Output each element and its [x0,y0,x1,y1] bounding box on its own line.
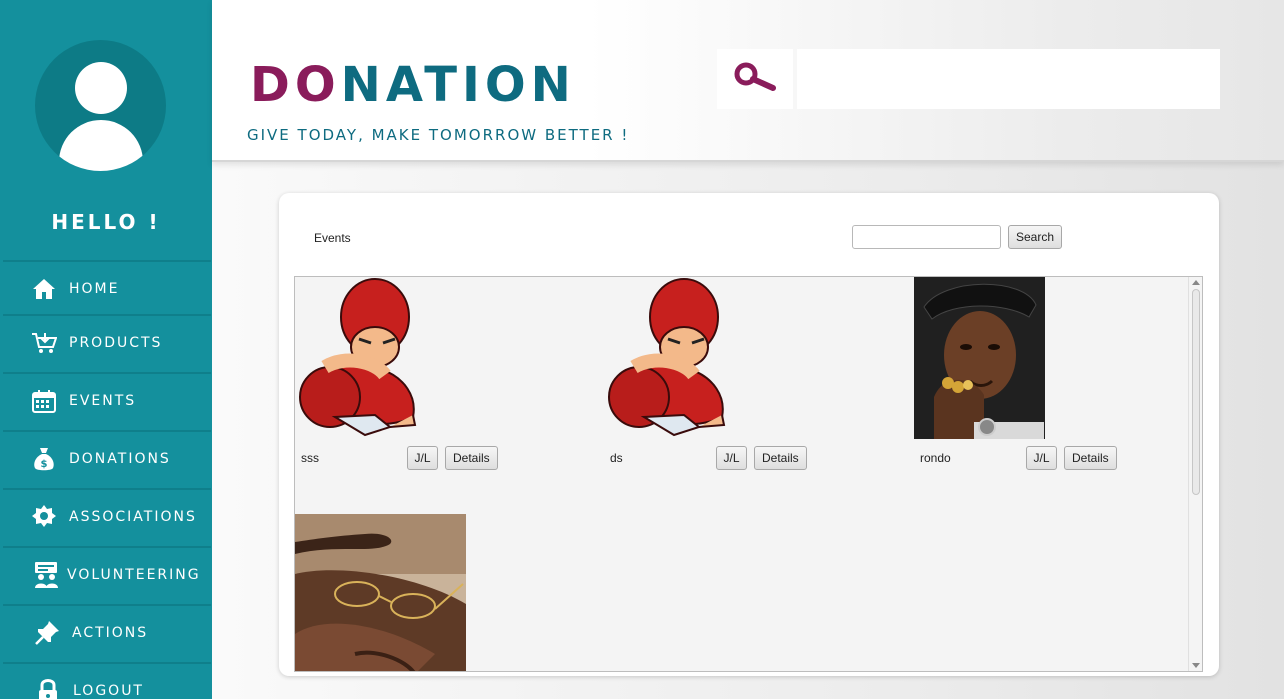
sidebar-item-events[interactable]: EVENTS [3,372,211,428]
details-button[interactable]: Details [754,446,807,470]
join-leave-button[interactable]: J/L [1026,446,1057,470]
event-image [914,277,1045,439]
header: DONATION GIVE TODAY, MAKE TOMORROW BETTE… [212,0,1284,162]
event-image [295,277,420,439]
search-icon [733,62,777,96]
event-name: ds [610,451,623,465]
sidebar-item-label: VOLUNTEERING [67,567,201,583]
sidebar-item-label: HOME [69,281,120,297]
events-panel: Events Search sss J/L Details ds J/L Det… [279,193,1219,676]
events-grid: sss J/L Details ds J/L Details rondo J/L… [294,276,1203,672]
event-image [604,277,729,439]
event-card: ds J/L Details [604,277,904,477]
sidebar-item-logout[interactable]: LOGOUT [3,662,211,699]
tagline: GIVE TODAY, MAKE TOMORROW BETTER ! [247,126,630,144]
event-card: rondo J/L Details [914,277,1194,477]
sidebar-item-label: LOGOUT [73,683,144,699]
header-search-input[interactable] [797,49,1220,109]
panel-title: Events [314,231,351,245]
scroll-down-arrow-icon[interactable] [1192,663,1200,668]
scroll-thumb[interactable] [1192,289,1200,495]
event-image [295,514,466,671]
search-button[interactable]: Search [1008,225,1063,249]
event-name: sss [301,451,319,465]
event-card: sss J/L Details [295,277,595,477]
join-leave-button[interactable]: J/L [407,446,438,470]
pin-icon [34,620,60,646]
brand-accent: DO [250,57,341,113]
sidebar-item-volunteering[interactable]: VOLUNTEERING [3,546,211,602]
event-card [295,514,466,671]
money-bag-icon: $ [31,446,57,472]
avatar [35,40,166,171]
greeting: HELLO ! [51,210,161,234]
brand-logo: DONATION [250,54,576,116]
sidebar-item-associations[interactable]: ASSOCIATIONS [3,488,211,544]
sidebar-item-donations[interactable]: $ DONATIONS [3,430,211,486]
home-icon [31,276,57,302]
vertical-scrollbar[interactable] [1188,277,1202,671]
events-search-input[interactable] [852,225,1001,249]
details-button[interactable]: Details [1064,446,1117,470]
brand-rest: NATION [340,57,576,113]
sidebar-item-home[interactable]: HOME [3,260,211,316]
sidebar-item-label: EVENTS [69,393,137,409]
sidebar-item-label: ASSOCIATIONS [69,509,197,525]
badge-icon [31,504,57,530]
cart-icon [31,330,57,356]
volunteer-icon [33,562,59,588]
sidebar-item-actions[interactable]: ACTIONS [3,604,211,660]
join-leave-button[interactable]: J/L [716,446,747,470]
scroll-up-arrow-icon[interactable] [1192,280,1200,285]
svg-text:$: $ [41,459,48,470]
sidebar-item-label: ACTIONS [72,625,149,641]
sidebar-item-products[interactable]: PRODUCTS [3,314,211,370]
header-search-button[interactable] [717,49,793,109]
details-button[interactable]: Details [445,446,498,470]
sidebar: HELLO ! HOME PRODUCTS EVENTS $ DONATIONS… [0,0,212,699]
event-name: rondo [920,451,951,465]
calendar-icon [31,388,57,414]
sidebar-item-label: PRODUCTS [69,335,163,351]
lock-icon [35,678,61,699]
sidebar-item-label: DONATIONS [69,451,171,467]
